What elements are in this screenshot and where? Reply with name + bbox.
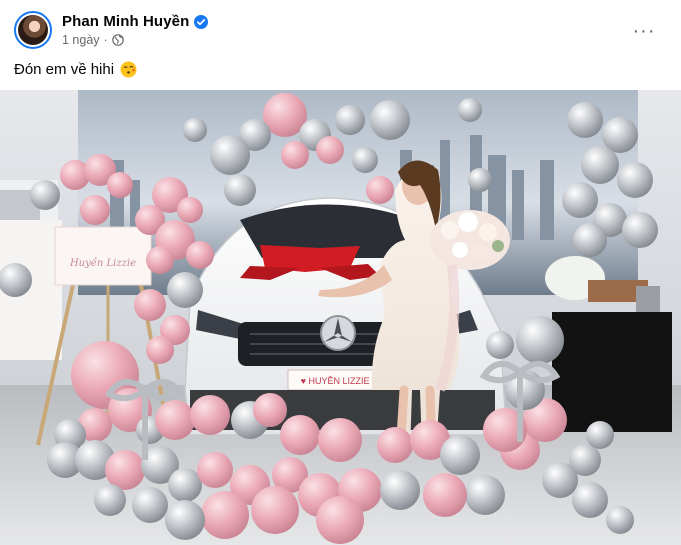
- silver-balloon: [210, 135, 250, 175]
- silver-balloon: [581, 146, 619, 184]
- silver-balloon: [335, 105, 365, 135]
- post-timestamp[interactable]: 1 ngày: [62, 33, 100, 47]
- silver-balloon: [224, 174, 256, 206]
- silver-balloon: [486, 331, 514, 359]
- silver-balloon: [352, 147, 378, 173]
- pink-balloon: [251, 486, 299, 534]
- silver-balloon: [572, 482, 608, 518]
- pink-balloon: [190, 395, 230, 435]
- post-header: Phan Minh Huyền 1 ngày · ···: [14, 10, 667, 50]
- author-name-row: Phan Minh Huyền: [62, 13, 209, 30]
- facebook-post: Phan Minh Huyền 1 ngày · ··· Đón em về h…: [0, 0, 681, 545]
- pink-balloon: [423, 473, 467, 517]
- author-avatar[interactable]: [14, 11, 52, 49]
- silver-balloon: [30, 180, 60, 210]
- silver-balloon: [562, 182, 598, 218]
- post-subline: 1 ngày ·: [62, 33, 208, 47]
- pink-balloon: [201, 491, 249, 539]
- silver-balloon: [370, 100, 410, 140]
- pink-balloon: [134, 289, 166, 321]
- license-plate-text: ♥ HUYỀN LIZZIE ♥: [301, 376, 378, 386]
- silver-balloon: [458, 98, 482, 122]
- pink-balloon: [253, 393, 287, 427]
- pink-balloon: [281, 141, 309, 169]
- meta-separator: ·: [103, 33, 108, 47]
- silver-balloon: [132, 487, 168, 523]
- silver-balloon: [168, 468, 202, 502]
- caption-text: Đón em về hihi: [14, 61, 115, 78]
- silver-balloon: [606, 506, 634, 534]
- pink-balloon: [316, 136, 344, 164]
- globe-icon[interactable]: [111, 34, 124, 46]
- pink-balloon: [377, 427, 413, 463]
- silver-balloon: [94, 484, 126, 516]
- pink-balloon: [366, 176, 394, 204]
- pink-balloon: [280, 415, 320, 455]
- silver-balloon: [569, 444, 601, 476]
- author-name[interactable]: Phan Minh Huyền: [62, 13, 189, 30]
- showroom-scene: Huyền Lizzie ♥ HUYỀN LIZZIE ♥: [0, 90, 681, 545]
- pink-balloon: [146, 336, 174, 364]
- silver-balloon: [516, 316, 564, 364]
- pink-balloon: [186, 241, 214, 269]
- more-options-icon[interactable]: ···: [629, 16, 659, 46]
- silver-balloon: [165, 500, 205, 540]
- pink-balloon: [197, 452, 233, 488]
- pink-balloon: [155, 400, 195, 440]
- post-caption: Đón em về hihi: [14, 61, 137, 78]
- sign-name-text: Huyền Lizzie: [69, 258, 136, 269]
- pink-balloon: [177, 197, 203, 223]
- avatar-photo: [18, 15, 48, 45]
- silver-balloon: [617, 162, 653, 198]
- pink-balloon: [146, 246, 174, 274]
- silver-balloon: [380, 470, 420, 510]
- post-meta: Phan Minh Huyền 1 ngày ·: [62, 13, 209, 47]
- verified-badge-icon: [194, 14, 209, 29]
- pink-balloon: [107, 172, 133, 198]
- silver-balloon: [622, 212, 658, 248]
- post-photo[interactable]: Huyền Lizzie ♥ HUYỀN LIZZIE ♥: [0, 90, 681, 545]
- silver-balloon: [167, 272, 203, 308]
- silver-balloon: [183, 118, 207, 142]
- silver-balloon: [468, 168, 492, 192]
- pink-balloon: [105, 450, 145, 490]
- pink-balloon: [318, 418, 362, 462]
- pink-balloon: [80, 195, 110, 225]
- pink-balloon: [316, 496, 364, 544]
- silver-balloon: [465, 475, 505, 515]
- kissing-face-emoji-icon: [120, 61, 137, 78]
- silver-balloon: [573, 223, 607, 257]
- silver-balloon: [567, 102, 603, 138]
- silver-balloon: [440, 435, 480, 475]
- silver-balloon: [586, 421, 614, 449]
